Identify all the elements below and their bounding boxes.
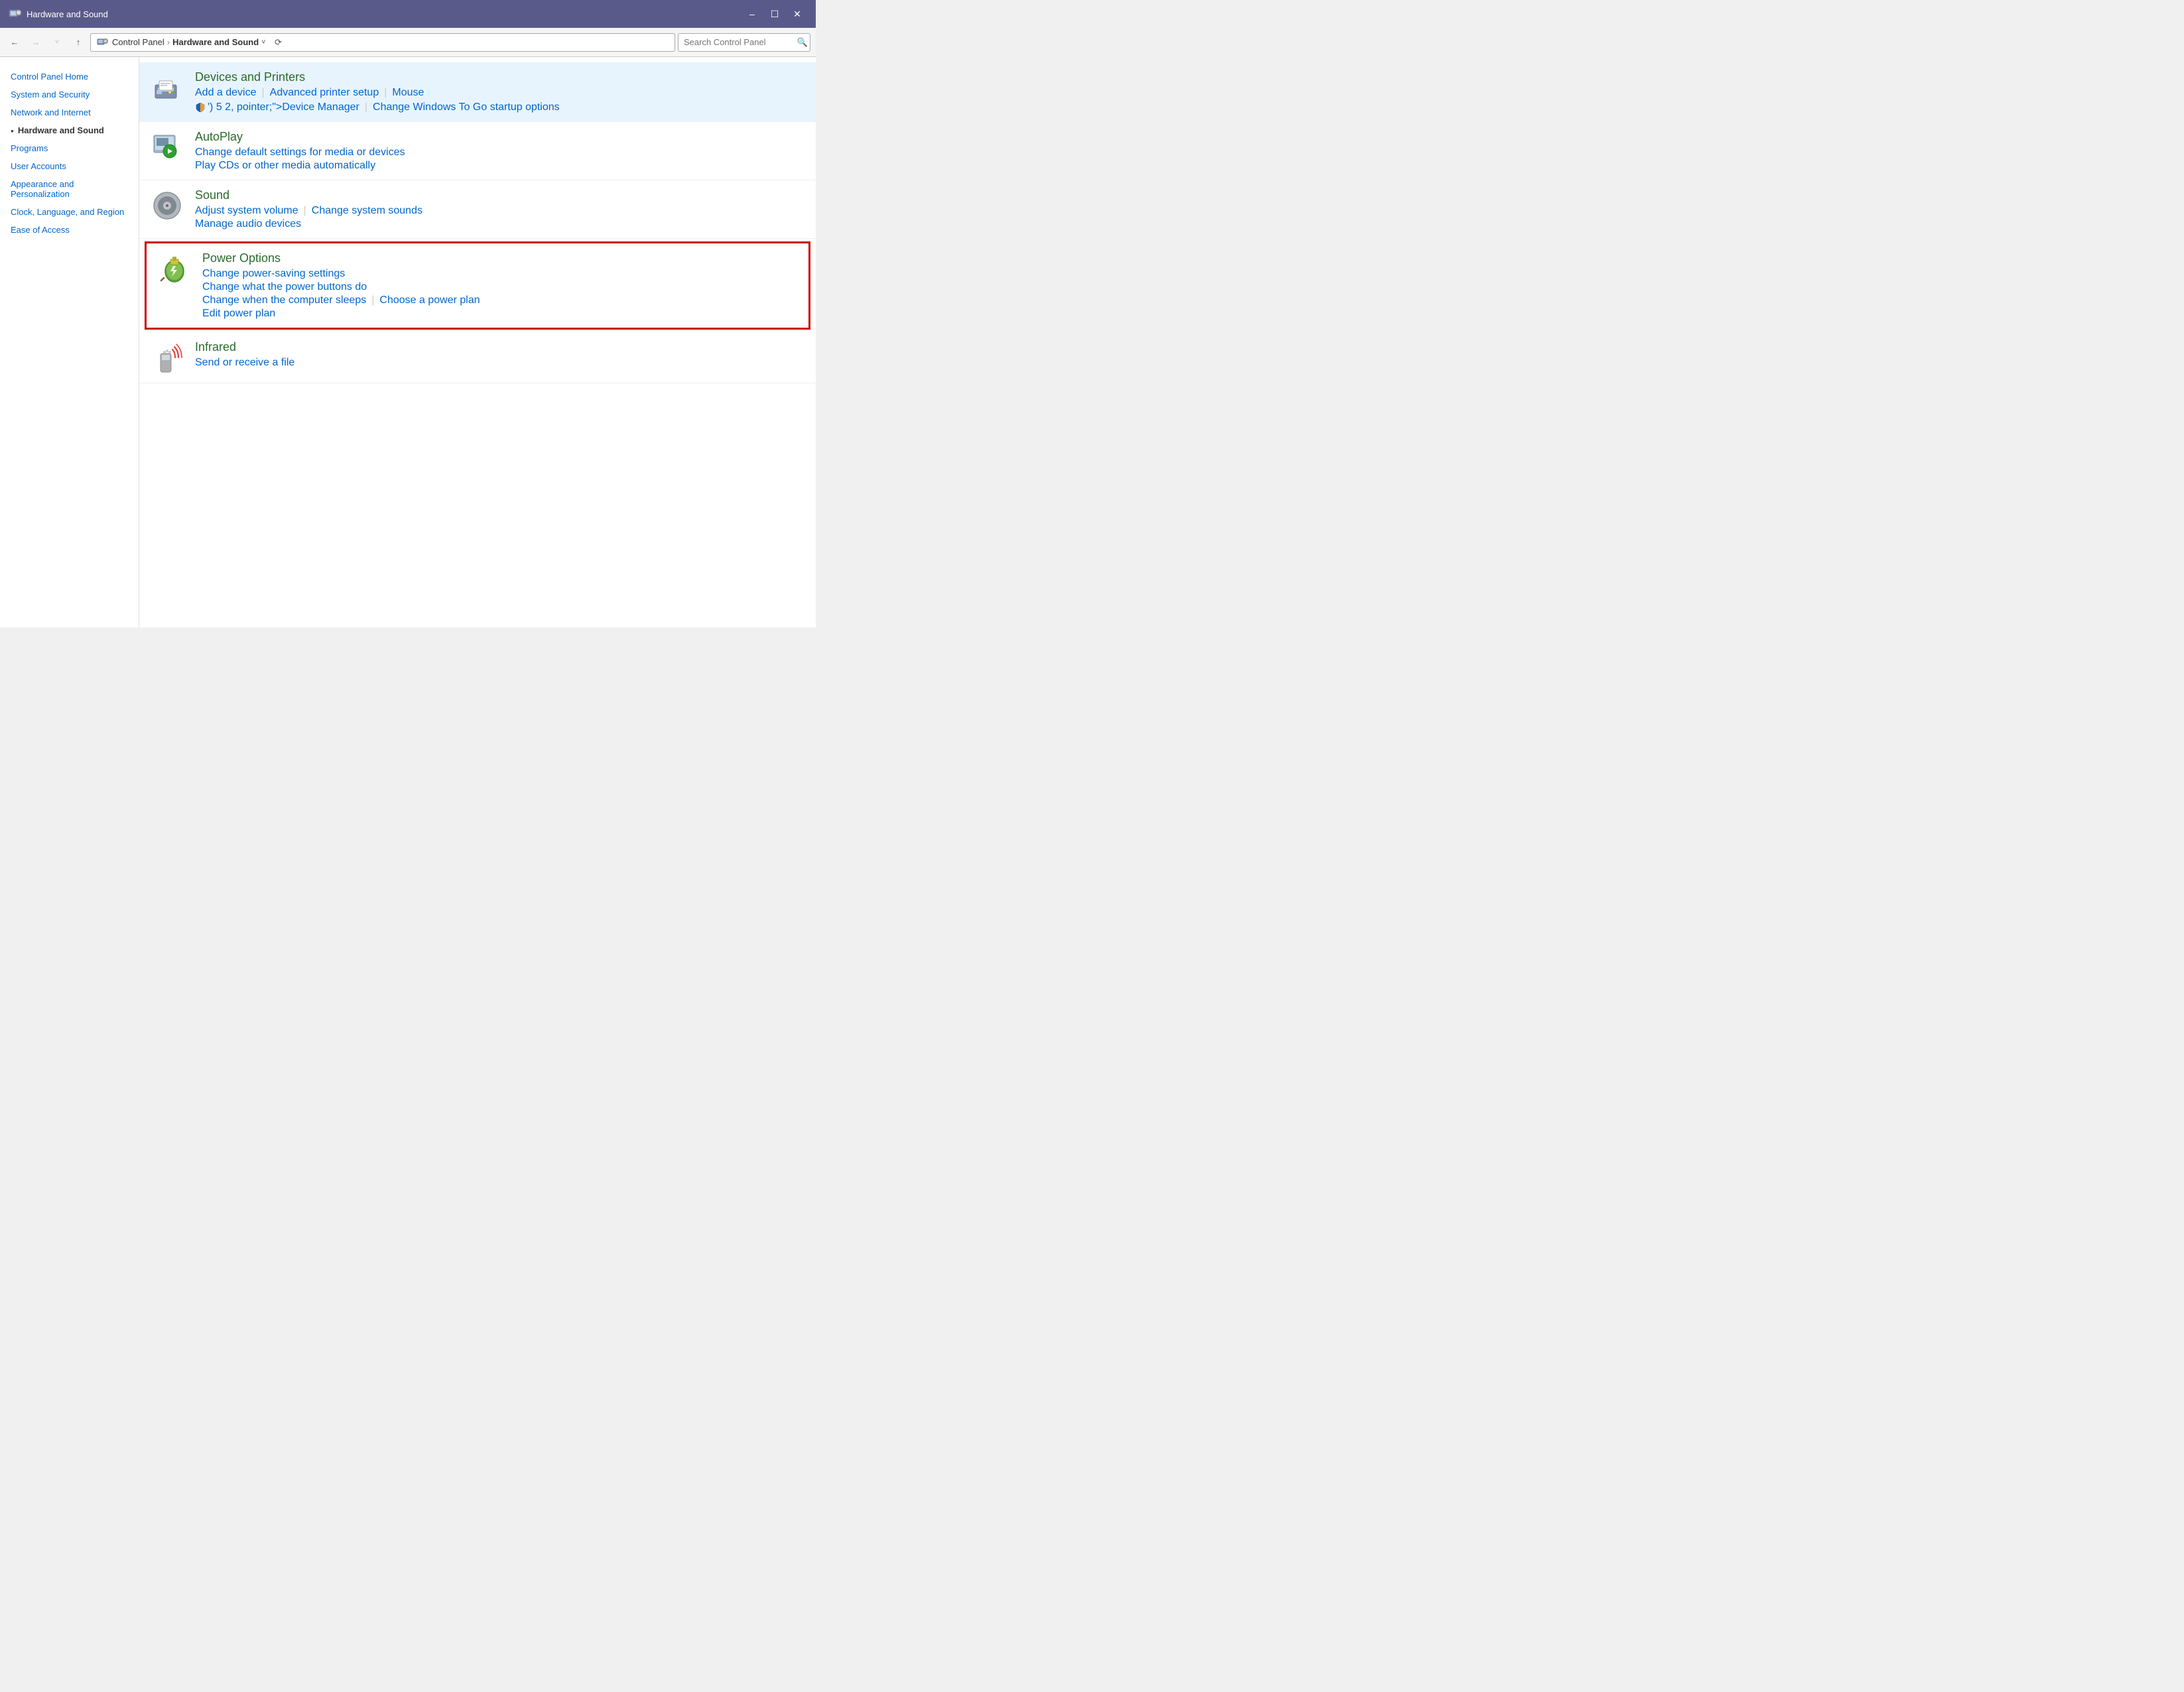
- title-bar: Hardware and Sound – ☐ ✕: [0, 0, 816, 28]
- autoplay-links-row2: Play CDs or other media automatically: [195, 160, 805, 172]
- infrared-content: Infrared Send or receive a file: [195, 340, 805, 369]
- infrared-section: Infrared Send or receive a file: [139, 332, 816, 383]
- sound-links-row2: Manage audio devices: [195, 218, 805, 230]
- infrared-title: Infrared: [195, 340, 805, 354]
- infrared-links-row1: Send or receive a file: [195, 357, 805, 369]
- back-button[interactable]: ←: [5, 33, 24, 52]
- change-default-settings-link[interactable]: Change default settings for media or dev…: [195, 147, 405, 159]
- sidebar-label: Network and Internet: [11, 107, 91, 117]
- sidebar-label: System and Security: [11, 90, 90, 99]
- advanced-printer-setup-link[interactable]: Advanced printer setup: [270, 87, 379, 99]
- devices-printers-content: Devices and Printers Add a device | Adva…: [195, 70, 805, 113]
- devices-printers-links-row1: Add a device | Advanced printer setup | …: [195, 87, 805, 99]
- sidebar: Control Panel Home System and Security N…: [0, 57, 139, 627]
- power-links-row2: Change what the power buttons do: [202, 281, 798, 293]
- power-options-title: Power Options: [202, 251, 798, 265]
- power-links-row4: Edit power plan: [202, 308, 798, 320]
- address-bar: ← → ˅ ↑ Control Panel › Hardware and Sou…: [0, 28, 816, 57]
- sidebar-label: Control Panel Home: [11, 72, 88, 82]
- close-button[interactable]: ✕: [787, 5, 808, 23]
- edit-power-plan-link[interactable]: Edit power plan: [202, 308, 275, 320]
- sidebar-item-ease-of-access[interactable]: Ease of Access: [0, 221, 139, 239]
- dropdown-history-button[interactable]: ˅: [48, 33, 66, 52]
- power-options-icon: [157, 251, 192, 286]
- autoplay-icon: [150, 130, 184, 164]
- devices-printers-links-row2: ') 5 2, pointer;">Device Manager | Chang…: [195, 101, 805, 113]
- autoplay-title: AutoPlay: [195, 130, 805, 144]
- add-device-link[interactable]: Add a device: [195, 87, 257, 99]
- sidebar-item-hardware-sound[interactable]: ● Hardware and Sound: [0, 121, 139, 139]
- sidebar-item-user-accounts[interactable]: User Accounts: [0, 157, 139, 175]
- manage-audio-devices-link[interactable]: Manage audio devices: [195, 218, 301, 230]
- search-input[interactable]: [678, 33, 810, 52]
- sound-links-row1: Adjust system volume | Change system sou…: [195, 205, 805, 217]
- search-box-wrap: 🔍: [678, 33, 810, 52]
- sidebar-label: Programs: [11, 143, 48, 153]
- sidebar-label: Hardware and Sound: [18, 125, 104, 135]
- change-system-sounds-link[interactable]: Change system sounds: [312, 205, 422, 217]
- devices-printers-icon: [150, 70, 184, 105]
- sidebar-label: Clock, Language, and Region: [11, 207, 124, 217]
- sidebar-item-clock-language[interactable]: Clock, Language, and Region: [0, 203, 139, 221]
- power-options-section: Power Options Change power-saving settin…: [145, 241, 810, 330]
- window-controls: – ☐ ✕: [741, 5, 808, 23]
- path-part-2: Hardware and Sound: [172, 37, 259, 47]
- power-links-row3: Change when the computer sleeps | Choose…: [202, 294, 798, 306]
- infrared-icon: [150, 340, 184, 375]
- autoplay-section: AutoPlay Change default settings for med…: [139, 122, 816, 180]
- sidebar-item-control-panel-home[interactable]: Control Panel Home: [0, 68, 139, 86]
- window-title: Hardware and Sound: [27, 9, 741, 19]
- autoplay-links-row1: Change default settings for media or dev…: [195, 147, 805, 159]
- up-button[interactable]: ↑: [69, 33, 88, 52]
- sidebar-label: Ease of Access: [11, 225, 70, 235]
- refresh-button[interactable]: ⟳: [271, 35, 286, 50]
- sidebar-item-system-security[interactable]: System and Security: [0, 86, 139, 103]
- devices-printers-section: Devices and Printers Add a device | Adva…: [139, 62, 816, 122]
- sidebar-item-programs[interactable]: Programs: [0, 139, 139, 157]
- send-receive-file-link[interactable]: Send or receive a file: [195, 357, 294, 369]
- maximize-button[interactable]: ☐: [764, 5, 785, 23]
- change-computer-sleeps-link[interactable]: Change when the computer sleeps: [202, 294, 366, 306]
- path-part-1: Control Panel: [112, 37, 164, 47]
- forward-button[interactable]: →: [27, 33, 45, 52]
- sound-content: Sound Adjust system volume | Change syst…: [195, 188, 805, 230]
- active-bullet: ●: [11, 128, 14, 134]
- sound-section: Sound Adjust system volume | Change syst…: [139, 180, 816, 239]
- path-icon: [96, 36, 108, 48]
- minimize-button[interactable]: –: [741, 5, 763, 23]
- main-layout: Control Panel Home System and Security N…: [0, 57, 816, 627]
- mouse-link[interactable]: Mouse: [392, 87, 424, 99]
- choose-power-plan-link[interactable]: Choose a power plan: [379, 294, 480, 306]
- devices-printers-title: Devices and Printers: [195, 70, 805, 84]
- change-power-saving-link[interactable]: Change power-saving settings: [202, 268, 345, 280]
- power-options-content: Power Options Change power-saving settin…: [202, 251, 798, 320]
- power-links-row1: Change power-saving settings: [202, 268, 798, 280]
- app-icon: [8, 7, 21, 21]
- sidebar-label: Appearance and Personalization: [11, 179, 128, 199]
- sound-icon: [150, 188, 184, 223]
- change-power-buttons-link[interactable]: Change what the power buttons do: [202, 281, 367, 293]
- play-cds-link[interactable]: Play CDs or other media automatically: [195, 160, 375, 172]
- path-separator: ›: [167, 37, 170, 47]
- device-manager-link[interactable]: ') 5 2, pointer;">Device Manager: [208, 101, 359, 113]
- path-dropdown-button[interactable]: ˅: [259, 37, 268, 48]
- content-area: Devices and Printers Add a device | Adva…: [139, 57, 816, 627]
- sidebar-item-network-internet[interactable]: Network and Internet: [0, 103, 139, 121]
- sidebar-label: User Accounts: [11, 161, 66, 171]
- change-windows-to-go-link[interactable]: Change Windows To Go startup options: [373, 101, 560, 113]
- address-path: Control Panel › Hardware and Sound ˅ ⟳: [90, 33, 675, 52]
- sidebar-item-appearance[interactable]: Appearance and Personalization: [0, 175, 139, 203]
- shield-icon: [195, 102, 206, 113]
- autoplay-content: AutoPlay Change default settings for med…: [195, 130, 805, 172]
- search-button[interactable]: 🔍: [797, 37, 808, 48]
- adjust-system-volume-link[interactable]: Adjust system volume: [195, 205, 298, 217]
- sound-title: Sound: [195, 188, 805, 202]
